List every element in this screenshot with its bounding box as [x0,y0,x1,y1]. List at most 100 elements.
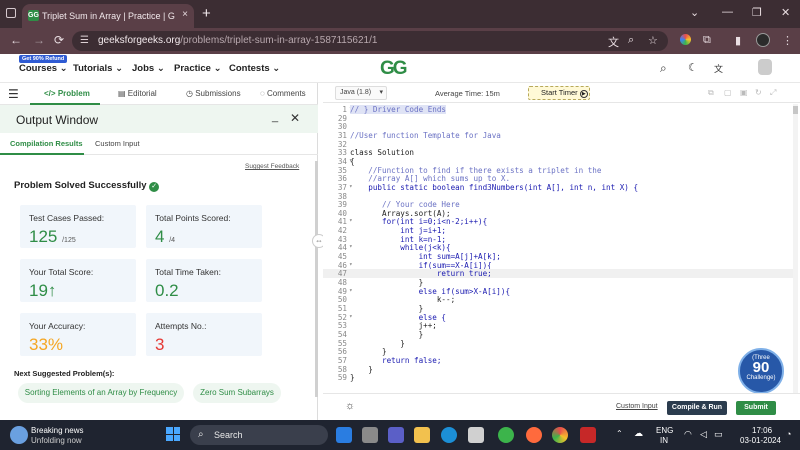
suggestion-pill[interactable]: Sorting Elements of an Array by Frequenc… [18,383,184,403]
close-window-button[interactable]: ✕ [781,6,790,19]
search-icon[interactable]: ⌕ [660,61,667,76]
translate-icon[interactable]: 文 [714,62,723,75]
nav-courses[interactable]: Courses ⌄ [19,63,68,74]
hamburger-menu-icon[interactable]: ☰ [8,87,19,101]
nav-jobs[interactable]: Jobs ⌄ [132,63,165,74]
suggestion-pill[interactable]: Zero Sum Subarrays [193,383,281,403]
dark-mode-icon[interactable]: ☾ [688,61,698,74]
new-tab-button[interactable]: + [202,5,211,22]
code-line[interactable]: 1▾// } Driver Code Ends [323,105,793,114]
code-line[interactable]: 31//User function Template for Java [323,131,793,140]
code-editor[interactable]: 1▾// } Driver Code Ends293031//User func… [323,103,800,393]
tab-editorial[interactable]: ▤ Editorial [118,89,157,98]
user-avatar[interactable] [758,59,772,75]
code-line[interactable]: 52 ▾ else { [323,313,793,322]
side-panel-icon[interactable]: ▮ [735,34,741,47]
code-line[interactable]: 49 ▾ else if(sum>X-A[i]){ [323,287,793,296]
tab-problem[interactable]: </> Problem [44,89,90,98]
wifi-icon[interactable]: ◠ [684,429,692,440]
code-line[interactable]: 53 j++; [323,321,793,330]
copilot-icon[interactable] [336,427,352,443]
tab-search-icon[interactable] [6,8,16,18]
browser-menu-icon[interactable]: ⋮ [782,34,793,47]
code-line[interactable]: 39 // Your code Here [323,200,793,209]
code-format-icon[interactable]: ▢ [724,88,732,97]
app-icon[interactable] [498,427,514,443]
zoom-icon[interactable]: ⌕ [628,34,634,47]
app-icon[interactable] [526,427,542,443]
code-line[interactable]: 43 int k=n-1; [323,235,793,244]
code-line[interactable]: 33 class Solution [323,148,793,157]
code-line[interactable]: 40 Arrays.sort(A); [323,209,793,218]
code-line[interactable]: 59} [323,373,793,382]
subtab-custom-input[interactable]: Custom Input [95,139,140,148]
store-icon[interactable] [468,427,484,443]
code-line[interactable]: 32 [323,140,793,149]
custom-input-link[interactable]: Custom Input [616,403,658,410]
translate-icon[interactable]: 文 [608,34,619,50]
tab-submissions[interactable]: ◷ Submissions [186,89,241,98]
extensions-puzzle-icon[interactable]: ⧉ [703,34,711,47]
news-weather-icon[interactable] [10,426,28,444]
nav-practice[interactable]: Practice ⌄ [174,63,222,74]
bookmark-star-icon[interactable]: ☆ [648,34,658,47]
lock-icon[interactable]: ▣ [740,88,748,97]
three-90-challenge-badge[interactable]: (Three 90 Challenge) [738,348,784,394]
compile-run-button[interactable]: Compile & Run [667,401,727,415]
code-line[interactable]: 35 //Function to find if there exists a … [323,166,793,175]
teams-icon[interactable] [388,427,404,443]
fullscreen-icon[interactable]: ⤢ [770,88,776,98]
url-bar[interactable]: ☰ geeksforgeeks.org/problems/triplet-sum… [72,31,668,51]
suggest-feedback-link[interactable]: Suggest Feedback [245,163,299,170]
code-line[interactable]: 47 return true; [323,269,793,279]
submit-button[interactable]: Submit [736,401,776,415]
start-timer-button[interactable]: Start Timer ▶ [528,86,590,100]
battery-icon[interactable]: ▭ [714,429,723,440]
restore-button[interactable]: ❐ [752,6,762,19]
language-code[interactable]: ENG [656,426,673,435]
close-icon[interactable]: ✕ [290,111,300,125]
copy-icon[interactable]: ⧉ [708,88,714,98]
browser-tab[interactable]: GG Triplet Sum in Array | Practice | G × [22,4,194,28]
minimize-button[interactable]: — [722,6,733,18]
gfg-logo[interactable]: GG [380,58,408,80]
clock-time[interactable]: 17:06 [752,426,772,435]
back-arrow-icon[interactable]: ← [10,33,22,47]
forward-arrow-icon[interactable]: → [33,33,45,47]
code-line[interactable]: 45 int sum=A[j]+A[k]; [323,252,793,261]
code-line[interactable]: 48 } [323,278,793,287]
code-line[interactable]: 34 ▾{ [323,157,793,166]
edge-icon[interactable] [441,427,457,443]
profile-avatar[interactable] [756,33,770,47]
taskbar-search[interactable]: ⌕ Search [190,425,328,445]
minimize-icon[interactable]: _ [272,111,278,123]
code-line[interactable]: 37 ▾ public static boolean find3Numbers(i… [323,183,793,192]
site-info-icon[interactable]: ☰ [80,31,89,51]
chrome-icon[interactable] [552,427,568,443]
volume-icon[interactable]: ◁ [700,429,707,440]
notification-bell-icon[interactable]: ◔ [786,429,791,439]
nav-contests[interactable]: Contests ⌄ [229,63,280,74]
code-line[interactable]: 50 k--; [323,295,793,304]
reload-icon[interactable]: ⟳ [54,33,64,47]
scrollbar-thumb[interactable] [793,106,798,114]
code-line[interactable]: 36 //array A[] which sums up to X. [323,174,793,183]
file-explorer-icon[interactable] [414,427,430,443]
code-line[interactable]: 42 int j=i+1; [323,226,793,235]
code-line[interactable]: 55 } [323,339,793,348]
editor-scrollbar[interactable] [793,104,798,394]
code-line[interactable]: 46 ▾ if(sum==X-A[i]){ [323,261,793,270]
cloud-icon[interactable]: ☁ [634,428,643,439]
reset-icon[interactable]: ↻ [755,88,762,97]
start-windows-icon[interactable] [166,427,180,441]
task-view-icon[interactable] [362,427,378,443]
extension-color-icon[interactable] [680,34,691,45]
code-line[interactable]: 54 } [323,330,793,339]
code-line[interactable]: 38 [323,192,793,201]
code-line[interactable]: 58 } [323,365,793,374]
subtab-compilation-results[interactable]: Compilation Results [10,139,83,148]
code-line[interactable]: 41 ▾ for(int i=0;i<n-2;i++){ [323,217,793,226]
code-line[interactable]: 44 ▾ while(j<k){ [323,243,793,252]
code-line[interactable]: 56 } [323,347,793,356]
code-line[interactable]: 30 [323,122,793,131]
